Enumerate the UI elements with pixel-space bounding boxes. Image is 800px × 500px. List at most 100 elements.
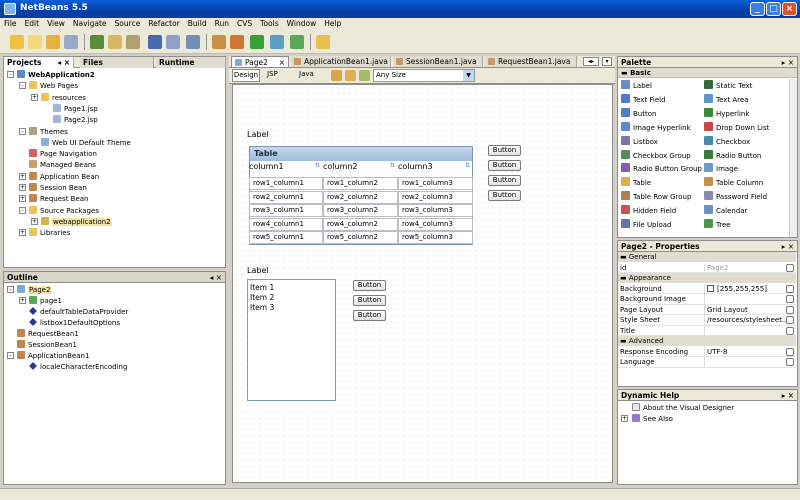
palette-item[interactable]: Drop Down List [704, 121, 769, 133]
listbox-item[interactable]: Item 1 [250, 283, 274, 293]
menu-window[interactable]: Window [283, 18, 321, 30]
table-column-header[interactable]: column1 ⇅ [249, 162, 323, 171]
palette-item[interactable]: Text Area [704, 93, 749, 105]
property-row[interactable]: Page Layout Grid Layout [618, 304, 796, 315]
table-column-header[interactable]: column2 ⇅ [323, 162, 398, 171]
outline-controls-icon[interactable]: ◂ × [210, 272, 222, 283]
tree-node[interactable]: Request Bean [29, 194, 89, 204]
property-group[interactable]: ▬ Appearance [618, 273, 796, 283]
help-icon[interactable] [316, 35, 330, 49]
palette-item[interactable]: Image Hyperlink [621, 121, 691, 133]
button-component-7[interactable]: Button [353, 310, 386, 321]
menu-build[interactable]: Build [184, 18, 211, 30]
menu-view[interactable]: View [43, 18, 69, 30]
property-row[interactable]: Response Encoding UTF-8 [618, 346, 796, 357]
property-row[interactable]: id Page2 [618, 262, 796, 273]
help-item-see-also[interactable]: See Also [632, 414, 673, 424]
java-view-button[interactable]: Java [299, 70, 314, 78]
property-row[interactable]: Language [618, 357, 796, 368]
palette-item[interactable]: Tree [704, 219, 731, 230]
tab-applicationbean1[interactable]: ApplicationBean1.java [291, 56, 391, 67]
property-group[interactable]: ▬ Advanced [618, 336, 796, 346]
tab-files[interactable]: Files [80, 57, 154, 68]
maximize-button[interactable]: □ [766, 2, 781, 16]
property-row[interactable]: Title [618, 325, 796, 336]
property-value[interactable]: Page2 [707, 264, 728, 272]
new-project-icon[interactable] [10, 35, 24, 49]
tree-node[interactable]: RequestBean1 [17, 329, 79, 339]
button-component-6[interactable]: Button [353, 295, 386, 306]
tree-node[interactable]: Libraries [29, 228, 70, 238]
expand-icon[interactable]: + [19, 297, 26, 304]
collapse-icon[interactable]: - [7, 352, 14, 359]
palette-category-basic[interactable]: ▬ Basic [618, 68, 797, 78]
profile-icon[interactable] [290, 35, 304, 49]
collapse-icon[interactable]: - [19, 127, 26, 135]
refresh-icon[interactable] [345, 70, 356, 81]
tree-node[interactable]: ApplicationBean1 [17, 351, 89, 361]
palette-item[interactable]: File Upload [621, 219, 671, 230]
tree-node[interactable]: listbox1DefaultOptions [29, 318, 120, 328]
scroll-tabs-icon[interactable]: ◂▸ [583, 57, 599, 66]
palette-item[interactable]: Listbox [621, 135, 658, 147]
palette-item[interactable]: Checkbox [704, 135, 750, 147]
menu-source[interactable]: Source [111, 18, 145, 30]
expand-icon[interactable]: + [19, 172, 26, 180]
preview-icon[interactable] [331, 70, 342, 81]
redo-icon[interactable] [166, 35, 180, 49]
palette-controls-icon[interactable]: ▸ × [782, 57, 794, 68]
target-size-select[interactable]: Any Size ▼ [373, 69, 475, 82]
expand-icon[interactable]: + [19, 184, 26, 191]
property-editor-button[interactable] [786, 263, 794, 272]
new-file-icon[interactable] [28, 35, 42, 49]
tree-node[interactable]: Source Packages [29, 205, 99, 216]
menu-edit[interactable]: Edit [21, 18, 44, 30]
minimize-button[interactable]: _ [750, 2, 765, 16]
clean-build-icon[interactable] [230, 35, 244, 49]
palette-item[interactable]: Hyperlink [704, 107, 749, 119]
tree-node[interactable]: Session Bean [29, 183, 87, 193]
listbox-component[interactable]: Item 1 Item 2 Item 3 [247, 279, 336, 401]
paste-icon[interactable] [126, 35, 140, 49]
palette-item[interactable]: Table Row Group [621, 191, 691, 202]
property-editor-button[interactable] [786, 326, 794, 335]
sort-icon[interactable]: ⇅ [465, 162, 470, 169]
tree-node[interactable]: Web Pages [29, 81, 78, 91]
properties-controls-icon[interactable]: ▸ × [782, 241, 794, 252]
tree-node[interactable]: Page1.jsp [53, 103, 98, 114]
tab-runtime[interactable]: Runtime [156, 57, 226, 68]
tree-node[interactable]: Page Navigation [29, 149, 97, 159]
label-component-1[interactable]: Label [247, 130, 269, 139]
collapse-icon[interactable]: - [19, 206, 26, 214]
property-editor-button[interactable] [786, 284, 794, 293]
label-component-2[interactable]: Label [247, 266, 269, 275]
expand-icon[interactable]: + [31, 217, 38, 225]
tree-node[interactable]: WebApplication2 [17, 70, 95, 80]
design-view-button[interactable]: Design [232, 69, 260, 82]
palette-item[interactable]: Radio Button [704, 149, 761, 161]
property-editor-button[interactable] [786, 347, 794, 356]
property-value[interactable]: Grid Layout [707, 306, 748, 314]
tree-node[interactable]: resources [41, 92, 86, 103]
close-tab-icon[interactable]: × [279, 57, 285, 68]
button-component-2[interactable]: Button [488, 160, 521, 171]
button-component-5[interactable]: Button [353, 280, 386, 291]
property-editor-button[interactable] [786, 316, 794, 324]
tab-sessionbean1[interactable]: SessionBean1.java [393, 56, 483, 67]
build-icon[interactable] [212, 35, 226, 49]
chevron-down-icon[interactable]: ▼ [463, 70, 474, 81]
tab-requestbean1[interactable]: RequestBean1.java [485, 56, 577, 67]
property-editor-button[interactable] [786, 295, 794, 303]
save-all-icon[interactable] [64, 35, 78, 49]
tree-node[interactable]: defaultTableDataProvider [29, 307, 128, 317]
open-project-icon[interactable] [46, 35, 60, 49]
property-row[interactable]: Style Sheet/resources/stylesheet.... [618, 315, 796, 326]
menu-cvs[interactable]: CVS [233, 18, 256, 30]
property-value[interactable]: UTF-8 [707, 348, 727, 356]
table-column-header[interactable]: column3 ⇅ [398, 162, 473, 171]
property-editor-button[interactable] [786, 305, 794, 314]
expand-icon[interactable]: + [31, 93, 38, 101]
show-virtual-forms-icon[interactable] [359, 70, 370, 81]
palette-item[interactable]: Radio Button Group [621, 163, 702, 174]
tab-list-dropdown-icon[interactable]: ▾ [602, 57, 612, 66]
